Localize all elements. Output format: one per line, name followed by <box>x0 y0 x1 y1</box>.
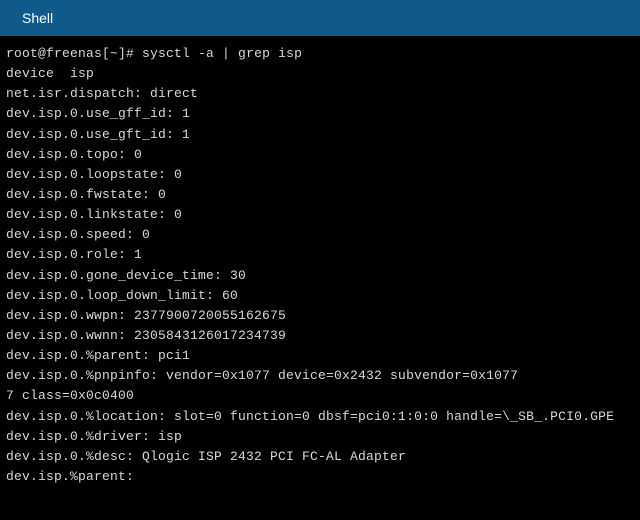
shell-title: Shell <box>22 10 53 26</box>
output-line: dev.isp.0.%desc: Qlogic ISP 2432 PCI FC-… <box>6 449 406 464</box>
output-line: dev.isp.0.loop_down_limit: 60 <box>6 288 238 303</box>
output-line: dev.isp.0.loopstate: 0 <box>6 167 182 182</box>
output-line: dev.isp.0.%parent: pci1 <box>6 348 190 363</box>
output-line: dev.isp.0.wwnn: 2305843126017234739 <box>6 328 286 343</box>
output-line: 7 class=0x0c0400 <box>6 388 134 403</box>
output-line: dev.isp.0.role: 1 <box>6 247 142 262</box>
output-line: dev.isp.0.%location: slot=0 function=0 d… <box>6 409 614 424</box>
output-line: dev.isp.0.use_gft_id: 1 <box>6 127 190 142</box>
terminal-output[interactable]: root@freenas[~]# sysctl -a | grep isp de… <box>0 36 640 520</box>
output-line: dev.isp.0.wwpn: 2377900720055162675 <box>6 308 286 323</box>
command: sysctl -a | grep isp <box>142 46 302 61</box>
shell-header: Shell <box>0 0 640 36</box>
output-line: dev.isp.0.speed: 0 <box>6 227 150 242</box>
prompt: root@freenas[~]# <box>6 46 134 61</box>
output-line: dev.isp.%parent: <box>6 469 134 484</box>
output-line: dev.isp.0.%driver: isp <box>6 429 182 444</box>
prompt-line: root@freenas[~]# sysctl -a | grep isp <box>6 46 302 61</box>
output-line: dev.isp.0.topo: 0 <box>6 147 142 162</box>
output-line: device isp <box>6 66 94 81</box>
output-line: dev.isp.0.gone_device_time: 30 <box>6 268 246 283</box>
output-line: dev.isp.0.linkstate: 0 <box>6 207 182 222</box>
output-line: dev.isp.0.fwstate: 0 <box>6 187 166 202</box>
output-line: dev.isp.0.use_gff_id: 1 <box>6 106 190 121</box>
output-line: dev.isp.0.%pnpinfo: vendor=0x1077 device… <box>6 368 518 383</box>
output-line: net.isr.dispatch: direct <box>6 86 198 101</box>
